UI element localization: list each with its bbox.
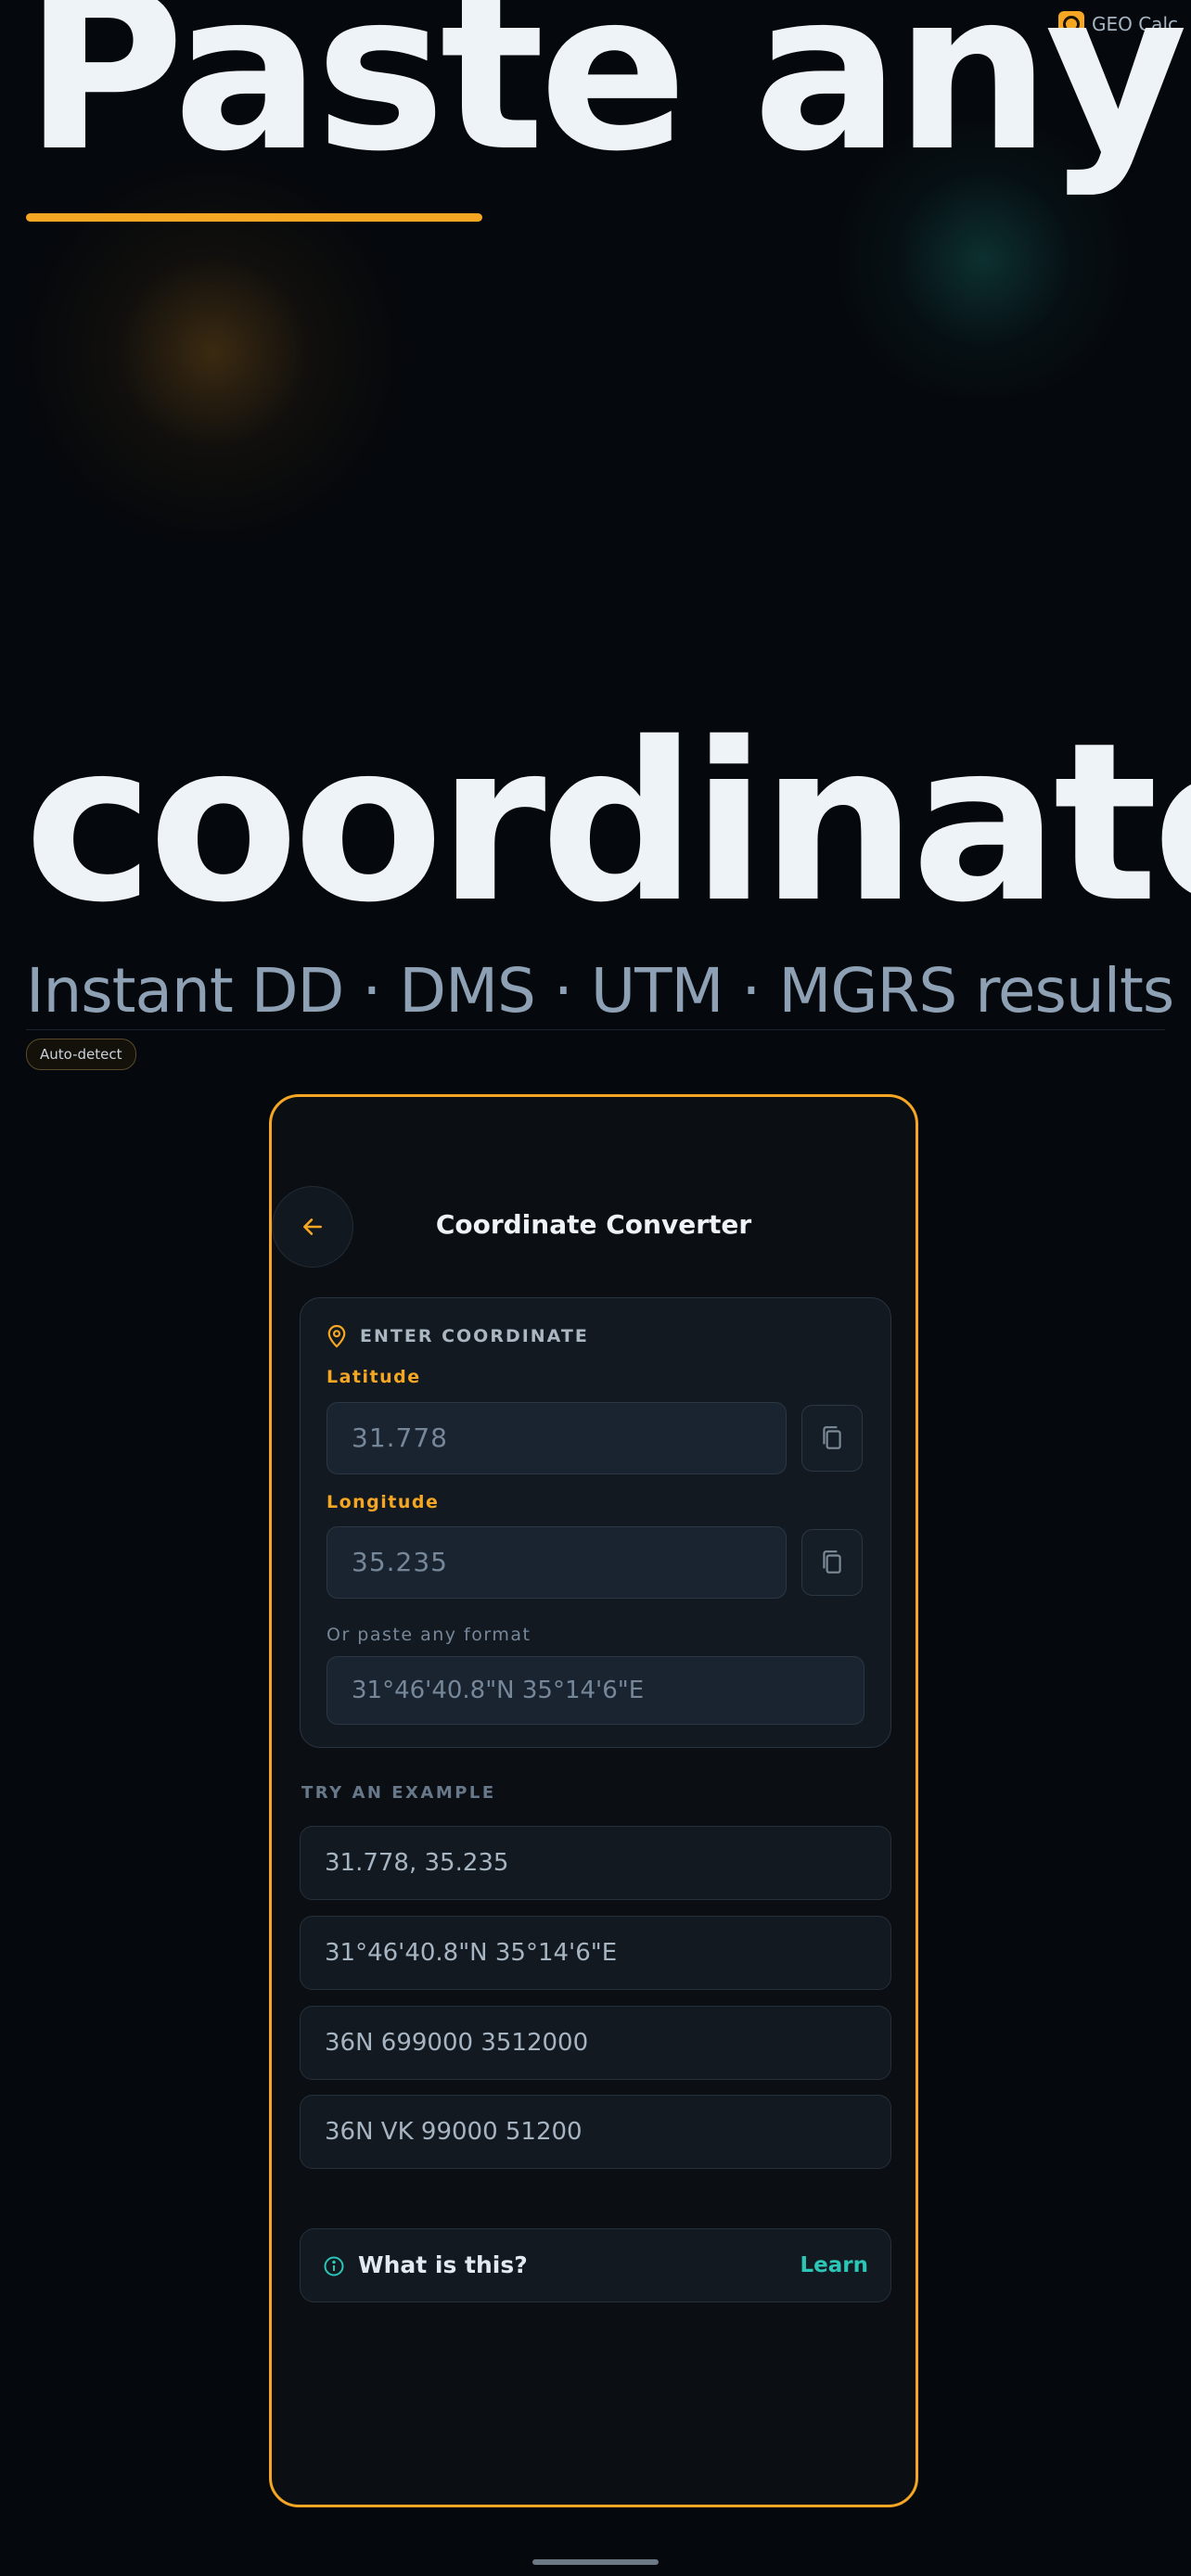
example-item[interactable]: 31.778, 35.235 xyxy=(300,1826,891,1900)
copy-latitude-button[interactable] xyxy=(801,1405,863,1472)
example-item[interactable]: 36N VK 99000 51200 xyxy=(300,2095,891,2169)
map-pin-icon xyxy=(327,1324,346,1348)
example-item[interactable]: 36N 699000 3512000 xyxy=(300,2006,891,2080)
examples-label: TRY AN EXAMPLE xyxy=(301,1783,496,1803)
copy-icon xyxy=(823,1550,841,1574)
hero-headline-line-2: coordinate xyxy=(24,714,1191,933)
card-heading: ENTER COORDINATE xyxy=(327,1324,589,1348)
phone-mockup: Coordinate Converter ENTER COORDINATE La… xyxy=(269,1094,918,2507)
longitude-input[interactable]: 35.235 xyxy=(327,1526,787,1599)
learn-link[interactable]: Learn xyxy=(800,2253,869,2277)
info-row[interactable]: What is this? Learn xyxy=(300,2228,891,2302)
card-heading-text: ENTER COORDINATE xyxy=(360,1326,589,1346)
longitude-label: Longitude xyxy=(327,1492,440,1512)
info-text: What is this? xyxy=(358,2251,528,2278)
paste-label: Or paste any format xyxy=(327,1625,531,1645)
screen-title: Coordinate Converter xyxy=(435,1209,752,1240)
info-icon xyxy=(324,2256,344,2276)
enter-coordinate-card: ENTER COORDINATE Latitude 31.778 Longitu… xyxy=(300,1297,891,1748)
hero-underline xyxy=(26,213,482,222)
copy-longitude-button[interactable] xyxy=(801,1529,863,1596)
home-indicator[interactable] xyxy=(532,2559,659,2565)
copy-icon xyxy=(823,1426,841,1449)
paste-input[interactable]: 31°46'40.8"N 35°14'6"E xyxy=(327,1656,864,1725)
example-item[interactable]: 31°46'40.8"N 35°14'6"E xyxy=(300,1916,891,1990)
divider xyxy=(26,1029,1165,1030)
hero-headline-line-1: Paste any xyxy=(24,0,1187,199)
auto-detect-badge: Auto-detect xyxy=(26,1039,136,1070)
latitude-input[interactable]: 31.778 xyxy=(327,1402,787,1474)
latitude-label: Latitude xyxy=(327,1367,421,1387)
hero-tagline: Instant DD · DMS · UTM · MGRS results xyxy=(26,955,1174,1027)
